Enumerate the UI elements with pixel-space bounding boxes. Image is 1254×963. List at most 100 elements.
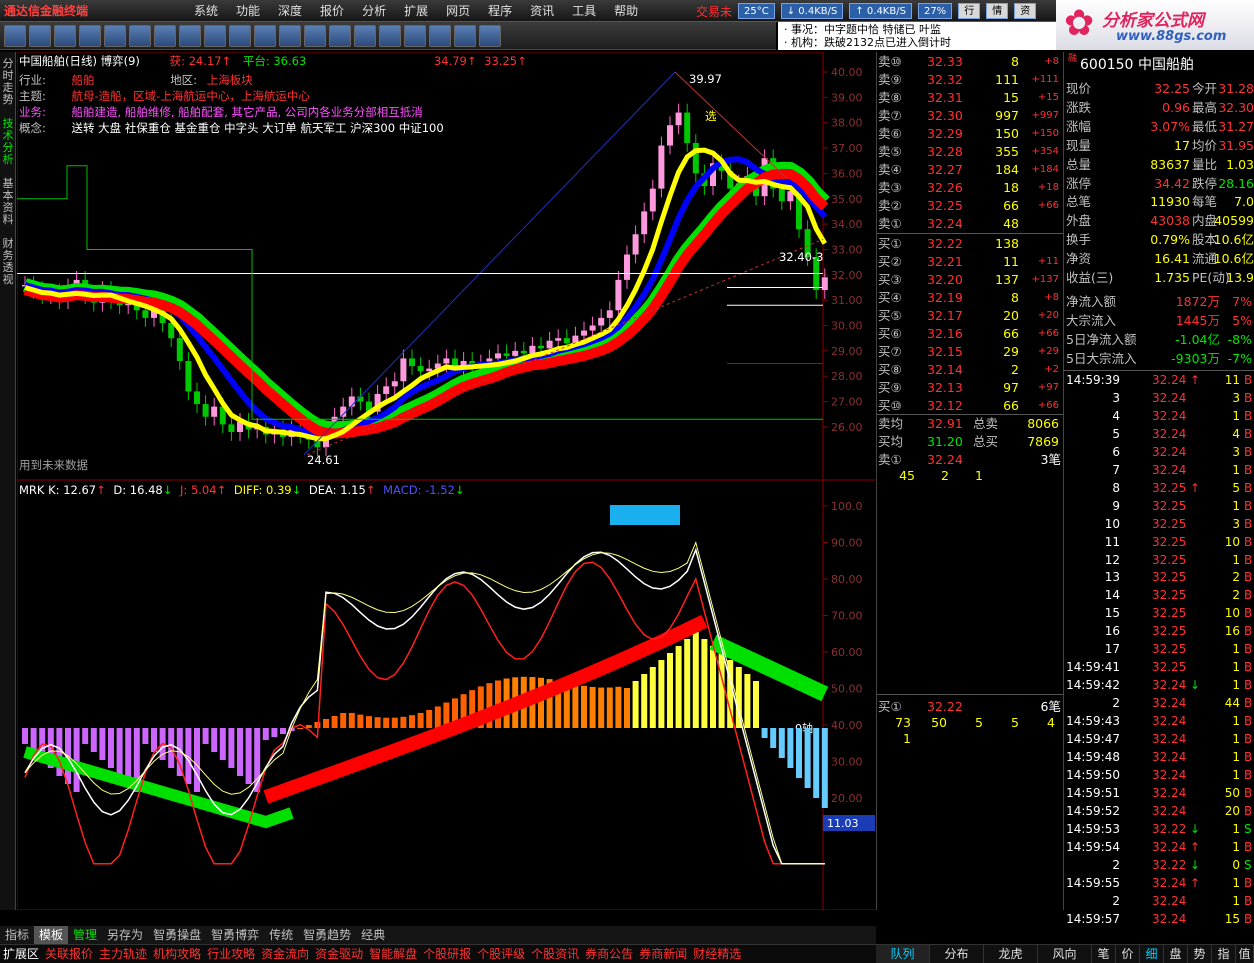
panel-tab[interactable]: 龙虎 — [984, 945, 1038, 963]
order-book-row[interactable]: 卖① 32.24 48 — [877, 215, 1063, 233]
order-book-row[interactable]: 买⑦ 32.15 29 +29 — [877, 343, 1063, 361]
layout-icon[interactable] — [79, 25, 101, 47]
info-link[interactable]: 行业攻略 — [204, 945, 258, 963]
menu-item[interactable]: 扩展 — [395, 2, 437, 20]
info-link[interactable]: 机构攻略 — [150, 945, 204, 963]
template-tab[interactable]: 另存为 — [102, 926, 148, 944]
tick-row[interactable]: 8 32.25 ↑ 5 B — [1064, 479, 1254, 497]
tick-row[interactable]: 14:59:51 32.24 50 B — [1064, 784, 1254, 802]
market-button[interactable]: 情 — [986, 3, 1009, 19]
tick-row[interactable]: 14:59:43 32.24 1 B — [1064, 712, 1254, 730]
panel-tab[interactable]: 风向 — [1038, 945, 1092, 963]
news-line[interactable]: · 机构：跌破2132点已进入倒计时 — [784, 36, 1050, 49]
panel-tab[interactable]: 细 — [1140, 945, 1164, 963]
side-tab[interactable]: 基本资料 — [1, 178, 15, 226]
tick-row[interactable]: 17 32.25 1 B — [1064, 640, 1254, 658]
template-tab[interactable]: 智勇趋势 — [298, 926, 356, 944]
panel-tab[interactable]: 笔 — [1092, 945, 1116, 963]
tick-row[interactable]: 15 32.25 10 B — [1064, 604, 1254, 622]
tick-row[interactable]: 6 32.24 3 B — [1064, 443, 1254, 461]
panel-tab[interactable]: 指 — [1212, 945, 1236, 963]
tick-row[interactable]: 14:59:41 32.25 1 B — [1064, 658, 1254, 676]
tick-row[interactable]: 11 32.25 10 B — [1064, 533, 1254, 551]
panel-tab[interactable]: 值 — [1236, 945, 1254, 963]
zoom-out-icon[interactable] — [404, 25, 426, 47]
tick-row[interactable]: 2 32.24 44 B — [1064, 694, 1254, 712]
news-icon[interactable] — [229, 25, 251, 47]
tick-row[interactable]: 14:59:47 32.24 1 B — [1064, 730, 1254, 748]
order-book-row[interactable]: 买④ 32.19 8 +8 — [877, 289, 1063, 307]
order-book-row[interactable]: 买⑤ 32.17 20 +20 — [877, 307, 1063, 325]
menu-item[interactable]: 工具 — [563, 2, 605, 20]
order-book-row[interactable]: 买⑩ 32.12 66 +66 — [877, 397, 1063, 415]
filter-icon[interactable] — [129, 25, 151, 47]
tick-row[interactable]: 3 32.24 3 B — [1064, 389, 1254, 407]
menu-item[interactable]: 分析 — [353, 2, 395, 20]
tick-row[interactable]: 14 32.25 2 B — [1064, 586, 1254, 604]
tick-row[interactable]: 14:59:52 32.24 20 B — [1064, 802, 1254, 820]
template-tab[interactable]: 经典 — [356, 926, 390, 944]
tick-row[interactable]: 14:59:48 32.24 1 B — [1064, 748, 1254, 766]
order-book-row[interactable]: 卖⑧ 32.31 15 +15 — [877, 89, 1063, 107]
tick-row[interactable]: 4 32.24 1 B — [1064, 407, 1254, 425]
tick-row[interactable]: 14:59:54 32.24 ↑ 1 B — [1064, 838, 1254, 856]
info-link[interactable]: 券商新闻 — [636, 945, 690, 963]
panel-tab[interactable]: 价 — [1116, 945, 1140, 963]
order-book-row[interactable]: 卖⑦ 32.30 997 +997 — [877, 107, 1063, 125]
tick-row[interactable]: 14:59:42 32.24 ↓ 1 B — [1064, 676, 1254, 694]
template-tab[interactable]: 模板 — [34, 926, 69, 944]
order-book-row[interactable]: 买⑥ 32.16 66 +66 — [877, 325, 1063, 343]
menu-item[interactable]: 报价 — [311, 2, 353, 20]
news-line[interactable]: · 事况：中字题中恰 特储已 叶监 — [784, 23, 1050, 36]
tick-row[interactable]: 7 32.24 1 B — [1064, 461, 1254, 479]
menu-item[interactable]: 系统 — [185, 2, 227, 20]
tick-row[interactable]: 14:59:53 32.22 ↓ 1 S — [1064, 820, 1254, 838]
cycle-icon[interactable] — [354, 25, 376, 47]
template-tab[interactable]: 传统 — [264, 926, 298, 944]
info-link[interactable]: 关联报价 — [42, 945, 96, 963]
order-book-row[interactable]: 买⑧ 32.14 2 +2 — [877, 361, 1063, 379]
news-ticker[interactable]: · 事况：中字题中恰 特储已 叶监 · 机构：跌破2132点已进入倒计时 — [778, 22, 1056, 50]
tick-row[interactable]: 16 32.25 16 B — [1064, 622, 1254, 640]
sup-icon[interactable] — [329, 25, 351, 47]
order-book-row[interactable]: 买⑨ 32.13 97 +97 — [877, 379, 1063, 397]
menu-item[interactable]: 网页 — [437, 2, 479, 20]
tick-row[interactable]: 12 32.25 1 B — [1064, 551, 1254, 569]
data-icon[interactable] — [279, 25, 301, 47]
panel-tab[interactable]: 势 — [1188, 945, 1212, 963]
template-tab[interactable]: 智勇操盘 — [148, 926, 206, 944]
tick-row[interactable]: 14:59:55 32.24 ↑ 1 B — [1064, 874, 1254, 892]
dde-icon[interactable] — [304, 25, 326, 47]
tick-row[interactable]: 14:59:50 32.24 1 B — [1064, 766, 1254, 784]
stats-icon[interactable] — [104, 25, 126, 47]
menu-item[interactable]: 资讯 — [521, 2, 563, 20]
zoom-icon[interactable] — [379, 25, 401, 47]
info-link[interactable]: 个股资讯 — [528, 945, 582, 963]
tick-row[interactable]: 14:59:39 32.24 ↑ 11 B — [1064, 371, 1254, 389]
panel-tab[interactable]: 队列 — [876, 945, 930, 963]
calendar-icon[interactable] — [254, 25, 276, 47]
tick-row[interactable]: 2 32.24 1 B — [1064, 892, 1254, 910]
info-link[interactable]: 个股评级 — [474, 945, 528, 963]
menu-item[interactable]: 程序 — [479, 2, 521, 20]
info-link[interactable]: 智能解盘 — [366, 945, 420, 963]
template-tab[interactable]: 智勇博弈 — [206, 926, 264, 944]
tick-row[interactable]: 14:59:57 32.24 15 B — [1064, 910, 1254, 928]
menu-item[interactable]: 深度 — [269, 2, 311, 20]
order-book-row[interactable]: 卖⑩ 32.33 8 +8 — [877, 53, 1063, 71]
tick-row[interactable]: 13 32.25 2 B — [1064, 568, 1254, 586]
chart-area[interactable]: 40.00 39.00 38.00 37.00 36.00 35.00 34.00 33.00… — [17, 52, 875, 910]
info-link[interactable]: 券商公告 — [582, 945, 636, 963]
info-link[interactable]: 主力轨迹 — [96, 945, 150, 963]
refresh-icon[interactable] — [179, 25, 201, 47]
window-icon[interactable] — [54, 25, 76, 47]
order-book-row[interactable]: 卖⑨ 32.32 111 +111 — [877, 71, 1063, 89]
tick-row[interactable]: 5 32.24 4 B — [1064, 425, 1254, 443]
order-book-row[interactable]: 买③ 32.20 137 +137 — [877, 271, 1063, 289]
edit-icon[interactable] — [29, 25, 51, 47]
template-tab[interactable]: 指标 — [0, 926, 34, 944]
order-book-row[interactable]: 买① 32.22 138 — [877, 235, 1063, 253]
help-icon[interactable] — [479, 25, 501, 47]
order-book-row[interactable]: 卖⑥ 32.29 150 +150 — [877, 125, 1063, 143]
kline-chart[interactable]: 40.00 39.00 38.00 37.00 36.00 35.00 34.00 33.00… — [17, 52, 875, 910]
